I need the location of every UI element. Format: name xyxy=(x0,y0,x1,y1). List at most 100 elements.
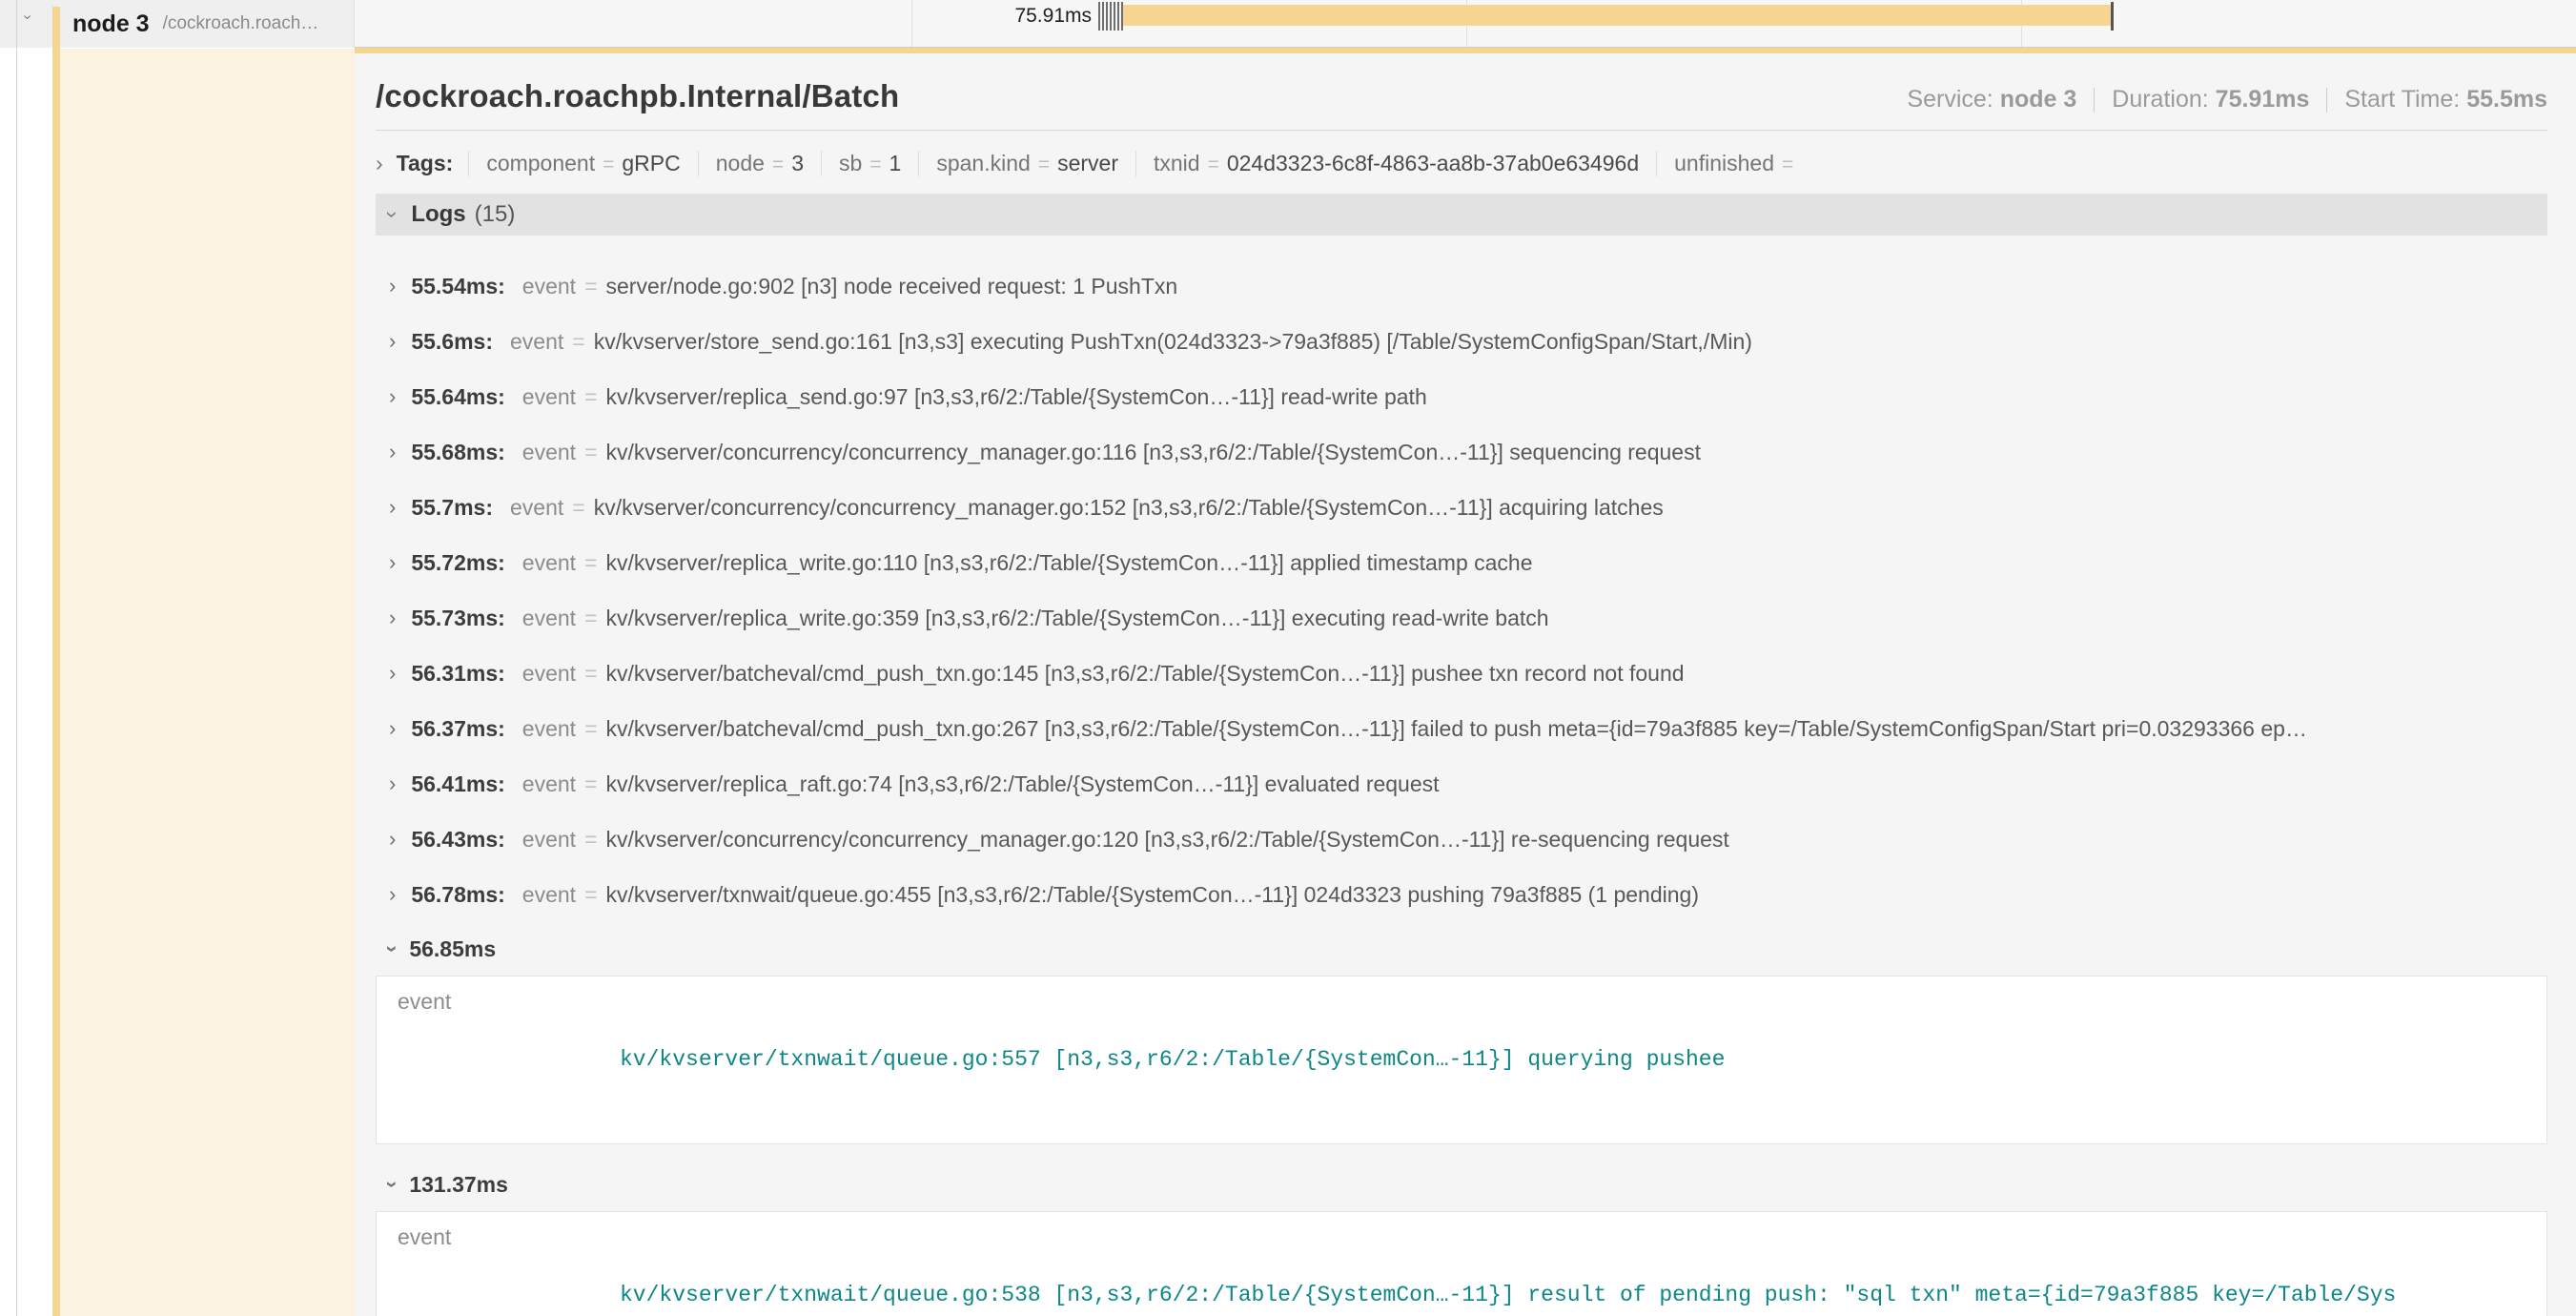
equals-sign: = xyxy=(584,771,597,797)
log-value: kv/kvserver/concurrency/concurrency_mana… xyxy=(606,827,1729,853)
equals-sign: = xyxy=(869,154,881,176)
tag-key: unfinished xyxy=(1674,151,1774,176)
span-duration-label: 75.91ms xyxy=(934,0,1092,31)
selected-span-highlight xyxy=(60,49,355,1316)
chevron-right-icon: › xyxy=(389,718,396,739)
tag-component: component = gRPC xyxy=(468,151,697,176)
log-row[interactable]: › 56.31ms: event = kv/kvserver/batcheval… xyxy=(376,646,2547,701)
log-field: event xyxy=(510,495,563,521)
logs-accordion-header[interactable]: › Logs (15) xyxy=(376,194,2547,236)
log-row-expanded-header[interactable]: › 56.85ms xyxy=(376,922,2547,976)
logs-section: › Logs (15) › 55.54ms: event = server/no… xyxy=(376,194,2547,1316)
log-timestamp: 56.41ms: xyxy=(411,771,504,797)
log-timestamp: 56.85ms xyxy=(409,936,496,962)
tags-label: Tags: xyxy=(397,151,454,176)
log-row[interactable]: › 56.78ms: event = kv/kvserver/txnwait/q… xyxy=(376,867,2547,922)
tag-key: node xyxy=(716,151,765,176)
log-row[interactable]: › 56.43ms: event = kv/kvserver/concurren… xyxy=(376,812,2547,867)
log-value: kv/kvserver/txnwait/queue.go:455 [n3,s3,… xyxy=(606,882,1700,908)
tag-key: component xyxy=(486,151,595,176)
chevron-down-icon: › xyxy=(382,1181,403,1187)
log-row[interactable]: › 55.6ms: event = kv/kvserver/store_send… xyxy=(376,314,2547,369)
timeline-collapse-divider xyxy=(16,0,17,1316)
start-time-value: 55.5ms xyxy=(2466,86,2547,113)
tags-accordion[interactable]: › Tags: component = gRPC node = 3 sb = 1… xyxy=(376,144,2547,182)
tag-value: 1 xyxy=(889,151,902,176)
log-timestamp: 55.73ms: xyxy=(411,606,504,631)
log-timestamp: 55.6ms: xyxy=(411,329,493,355)
header-divider xyxy=(376,130,2547,131)
log-rows: › 55.54ms: event = server/node.go:902 [n… xyxy=(376,236,2547,1316)
start-time-label: Start Time: xyxy=(2344,86,2460,113)
log-timestamp: 131.37ms xyxy=(409,1172,508,1198)
tag-value: server xyxy=(1057,151,1118,176)
span-title: /cockroach.roachpb.Internal/Batch xyxy=(376,78,899,114)
log-value: kv/kvserver/batcheval/cmd_push_txn.go:14… xyxy=(606,661,1685,687)
log-field: event xyxy=(522,716,576,742)
span-color-strip xyxy=(52,7,60,1316)
chevron-right-icon: › xyxy=(389,276,396,297)
span-row-tab[interactable]: node 3 /cockroach.roach… xyxy=(72,0,318,48)
service-label: Service: xyxy=(1907,86,1993,113)
log-field: event xyxy=(522,771,576,797)
equals-sign: = xyxy=(1038,154,1050,176)
log-timestamp: 55.72ms: xyxy=(411,550,504,576)
log-row[interactable]: › 55.7ms: event = kv/kvserver/concurrenc… xyxy=(376,480,2547,535)
log-timestamp: 56.43ms: xyxy=(411,827,504,853)
equals-sign: = xyxy=(572,329,584,355)
span-service-name: node 3 xyxy=(72,10,150,38)
duration-label: Duration: xyxy=(2112,86,2208,113)
span-operation-name: /cockroach.roach… xyxy=(163,13,319,34)
tag-node: node = 3 xyxy=(698,151,821,176)
timeline-gridline xyxy=(911,0,912,47)
tag-key: txnid xyxy=(1154,151,1200,176)
log-row[interactable]: › 55.64ms: event = kv/kvserver/replica_s… xyxy=(376,369,2547,424)
log-field: event xyxy=(522,550,576,576)
log-field: event xyxy=(522,827,576,853)
log-field: event xyxy=(522,384,576,410)
equals-sign: = xyxy=(584,716,597,742)
log-field: event xyxy=(398,1222,620,1316)
duration-value: 75.91ms xyxy=(2216,86,2310,113)
chevron-right-icon: › xyxy=(389,607,396,628)
log-row-expanded-header[interactable]: › 131.37ms xyxy=(376,1158,2547,1211)
log-timestamp: 56.78ms: xyxy=(411,882,504,908)
equals-sign: = xyxy=(584,606,597,631)
trace-timeline-view: › node 3 /cockroach.roach… 75.91ms /cock… xyxy=(0,0,2576,1316)
log-field: event xyxy=(522,882,576,908)
logs-count: (15) xyxy=(475,201,516,228)
log-field: event xyxy=(522,606,576,631)
log-row[interactable]: › 55.73ms: event = kv/kvserver/replica_w… xyxy=(376,590,2547,646)
chevron-right-icon: › xyxy=(389,497,396,518)
meta-divider xyxy=(2326,88,2327,113)
equals-sign: = xyxy=(603,154,614,176)
log-value-line: kv/kvserver/txnwait/queue.go:557 [n3,s3,… xyxy=(620,1045,1725,1075)
equals-sign: = xyxy=(1208,154,1219,176)
chevron-right-icon: › xyxy=(389,331,396,352)
log-row[interactable]: › 55.54ms: event = server/node.go:902 [n… xyxy=(376,258,2547,314)
equals-sign: = xyxy=(584,440,597,465)
span-detail-panel: /cockroach.roachpb.Internal/Batch Servic… xyxy=(355,48,2576,1316)
service-value: node 3 xyxy=(2000,86,2077,113)
log-value: kv/kvserver/replica_write.go:110 [n3,s3,… xyxy=(606,550,1533,576)
log-row[interactable]: › 56.41ms: event = kv/kvserver/replica_r… xyxy=(376,756,2547,812)
log-timestamp: 55.68ms: xyxy=(411,440,504,465)
span-bar[interactable] xyxy=(1123,5,2112,26)
tag-span-kind: span.kind = server xyxy=(918,151,1135,176)
chevron-right-icon: › xyxy=(389,663,396,684)
chevron-down-icon[interactable]: › xyxy=(20,14,35,19)
log-row[interactable]: › 55.72ms: event = kv/kvserver/replica_w… xyxy=(376,535,2547,590)
log-row[interactable]: › 55.68ms: event = kv/kvserver/concurren… xyxy=(376,424,2547,480)
log-value: kv/kvserver/batcheval/cmd_push_txn.go:26… xyxy=(606,716,2307,742)
equals-sign: = xyxy=(1782,154,1793,176)
log-value: kv/kvserver/replica_write.go:359 [n3,s3,… xyxy=(606,606,1549,631)
log-timestamp: 56.37ms: xyxy=(411,716,504,742)
log-value: kv/kvserver/replica_send.go:97 [n3,s3,r6… xyxy=(606,384,1427,410)
span-meta: Service: node 3 Duration: 75.91ms Start … xyxy=(1907,86,2547,113)
log-event-card: event kv/kvserver/txnwait/queue.go:557 [… xyxy=(376,976,2547,1144)
log-row[interactable]: › 56.37ms: event = kv/kvserver/batcheval… xyxy=(376,701,2547,756)
log-field: event xyxy=(522,274,576,299)
log-value: kv/kvserver/replica_raft.go:74 [n3,s3,r6… xyxy=(606,771,1440,797)
tag-value: 024d3323-6c8f-4863-aa8b-37ab0e63496d xyxy=(1227,151,1639,176)
log-timestamp: 56.31ms: xyxy=(411,661,504,687)
